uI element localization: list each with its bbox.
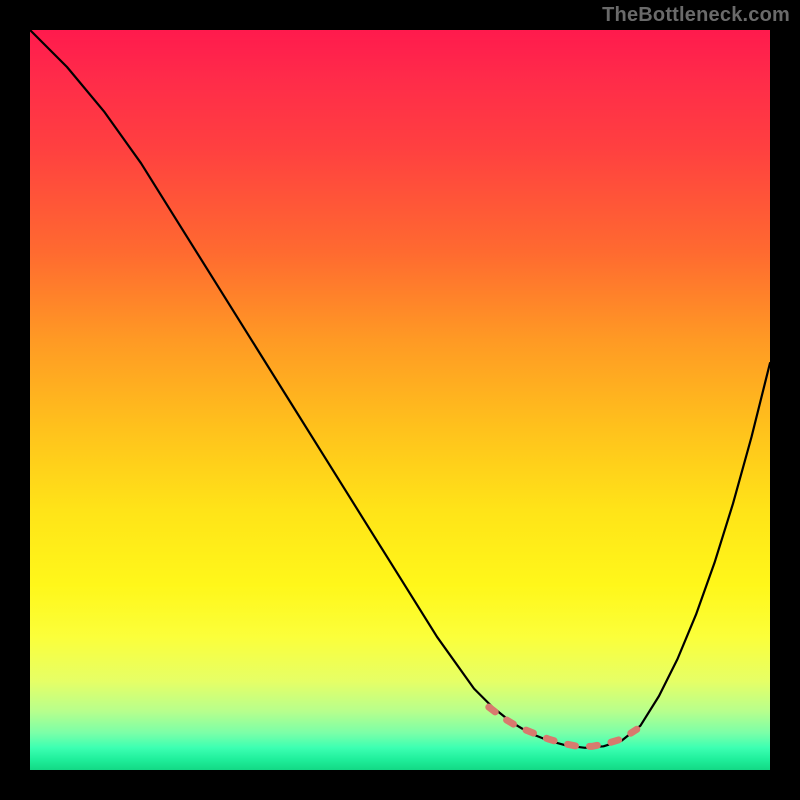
curve-svg — [30, 30, 770, 770]
watermark-text: TheBottleneck.com — [602, 4, 790, 27]
plot-area — [30, 30, 770, 770]
highlight-segment — [489, 707, 637, 746]
bottleneck-curve — [30, 30, 770, 748]
chart-frame: TheBottleneck.com — [0, 0, 800, 800]
